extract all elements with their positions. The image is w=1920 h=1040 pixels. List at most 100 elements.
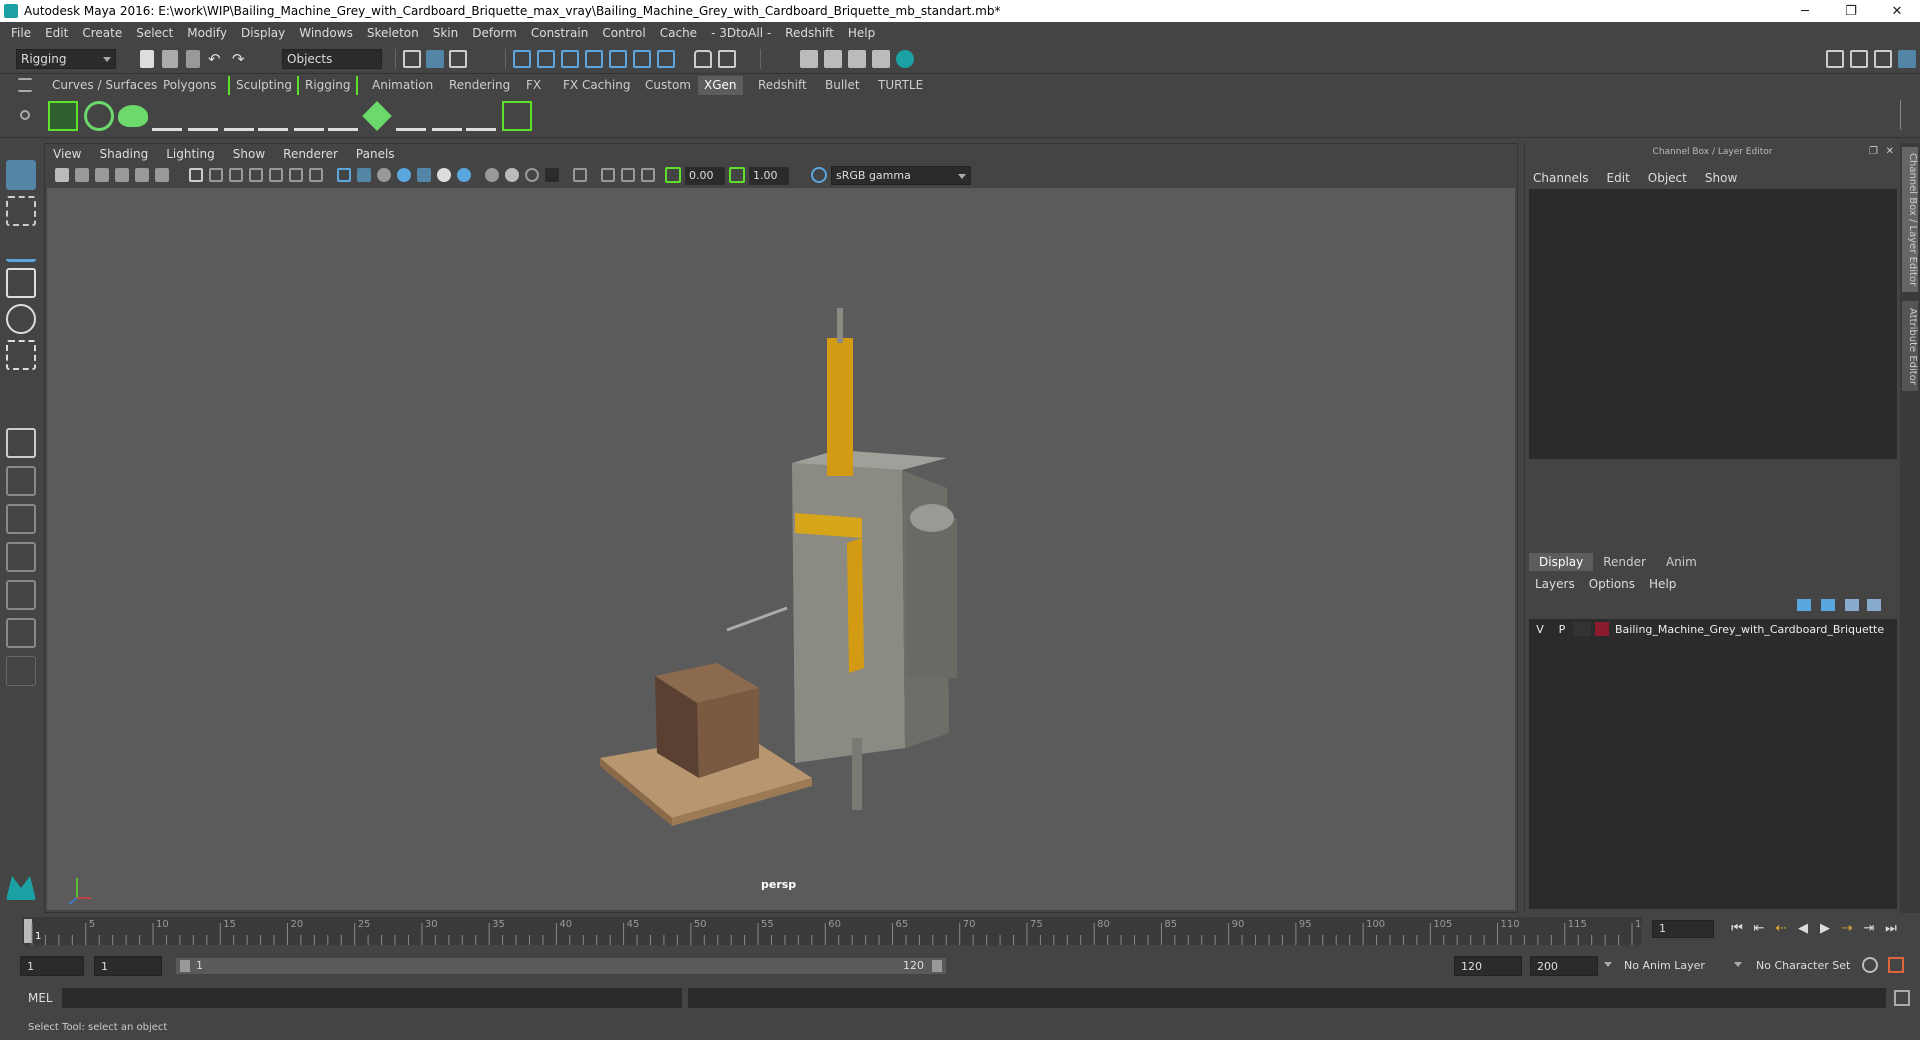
go-to-end-icon[interactable]: ⏭: [1882, 920, 1900, 938]
menu-modify[interactable]: Modify: [187, 26, 227, 40]
shelf-options-icon[interactable]: [20, 110, 30, 120]
rotate-tool-icon[interactable]: [6, 304, 36, 334]
2d-pan-zoom-icon[interactable]: [135, 168, 149, 182]
modeling-toolkit-icon[interactable]: [1850, 50, 1868, 68]
xgen-export-icon[interactable]: [502, 101, 532, 131]
viewport-menu-show[interactable]: Show: [233, 147, 265, 161]
move-tool-icon[interactable]: [6, 268, 36, 298]
snap-live-icon[interactable]: [609, 50, 627, 68]
shelf-scroll-icon[interactable]: [1900, 100, 1910, 130]
menu-file[interactable]: File: [11, 26, 31, 40]
snap-help-icon[interactable]: [657, 50, 675, 68]
film-gate-icon[interactable]: [209, 168, 223, 182]
camera-icon[interactable]: [55, 168, 69, 182]
menu-windows[interactable]: Windows: [299, 26, 353, 40]
edit-menu[interactable]: Edit: [1607, 171, 1630, 185]
move-layer-up-icon[interactable]: [1797, 599, 1811, 611]
tab-curves-surfaces[interactable]: Curves / Surfaces: [46, 76, 163, 95]
ipr-render-icon[interactable]: [848, 50, 866, 68]
layer-type-toggle[interactable]: [1573, 622, 1591, 636]
layer-visibility-toggle[interactable]: V: [1529, 623, 1551, 636]
select-by-hierarchy-icon[interactable]: [403, 50, 421, 68]
xgen-guide-interp-icon[interactable]: [396, 101, 426, 131]
channel-list[interactable]: [1529, 189, 1897, 459]
lock-icon[interactable]: [694, 50, 712, 68]
safe-action-icon[interactable]: [289, 168, 303, 182]
gate-mask-icon[interactable]: [249, 168, 263, 182]
depth-of-field-icon[interactable]: [545, 168, 559, 182]
viewport-menu-shading[interactable]: Shading: [99, 147, 148, 161]
tab-turtle[interactable]: TURTLE: [872, 76, 929, 95]
smooth-shade-icon[interactable]: [357, 168, 371, 182]
xgen-select-guides-icon[interactable]: [258, 101, 288, 131]
tab-sculpting[interactable]: Sculpting: [228, 76, 298, 95]
field-chart-icon[interactable]: [269, 168, 283, 182]
range-start-handle[interactable]: [180, 960, 190, 972]
image-plane-icon[interactable]: [115, 168, 129, 182]
open-scene-icon[interactable]: [162, 50, 178, 68]
menu-edit[interactable]: Edit: [45, 26, 68, 40]
redo-icon[interactable]: ↷: [232, 52, 250, 70]
menu-cache[interactable]: Cache: [660, 26, 697, 40]
xgen-create-description-icon[interactable]: [118, 105, 148, 127]
single-perspective-layout-icon[interactable]: [6, 428, 36, 458]
wireframe-on-shaded-icon[interactable]: [397, 168, 411, 182]
play-backwards-icon[interactable]: ◀: [1794, 920, 1812, 938]
move-layer-down-icon[interactable]: [1821, 599, 1835, 611]
anim-layer-dropdown[interactable]: No Anim Layer: [1624, 959, 1705, 972]
xgen-lock-icon[interactable]: [294, 101, 324, 131]
xray-joints-icon[interactable]: [621, 168, 635, 182]
resolution-gate-icon[interactable]: [229, 168, 243, 182]
step-forward-key-icon[interactable]: ⇥: [1860, 920, 1878, 938]
layer-playback-toggle[interactable]: P: [1551, 623, 1573, 636]
new-scene-icon[interactable]: [140, 50, 154, 68]
tab-rendering[interactable]: Rendering: [443, 76, 516, 95]
lasso-tool-icon[interactable]: [6, 196, 36, 226]
selection-mask-dropdown[interactable]: Objects: [282, 49, 382, 69]
tab-redshift[interactable]: Redshift: [752, 76, 813, 95]
tab-custom[interactable]: Custom: [639, 76, 697, 95]
menu-deform[interactable]: Deform: [472, 26, 517, 40]
grease-pencil-icon[interactable]: [155, 168, 169, 182]
ambient-occlusion-icon[interactable]: [485, 168, 499, 182]
menu-set-dropdown[interactable]: Rigging: [16, 49, 116, 69]
menu-skin[interactable]: Skin: [433, 26, 459, 40]
xgen-stack-icon[interactable]: [362, 101, 392, 131]
end-time-field[interactable]: 200: [1530, 956, 1598, 976]
layer-tab-render[interactable]: Render: [1593, 553, 1656, 571]
start-time-field[interactable]: 1: [20, 956, 84, 976]
use-all-lights-icon[interactable]: [437, 168, 451, 182]
exposure-icon[interactable]: [665, 167, 681, 183]
motion-blur-icon[interactable]: [505, 168, 519, 182]
viewport-menu-view[interactable]: View: [53, 147, 81, 161]
viewport-menu-renderer[interactable]: Renderer: [283, 147, 338, 161]
channel-box-toggle-icon[interactable]: [1898, 50, 1916, 68]
custom-layout-icon[interactable]: [6, 618, 36, 648]
color-management-icon[interactable]: [811, 167, 827, 183]
hypershade-icon[interactable]: [896, 50, 914, 68]
menu-skeleton[interactable]: Skeleton: [367, 26, 419, 40]
xgen-add-guide-icon[interactable]: [188, 101, 218, 131]
xgen-preview-icon[interactable]: [84, 101, 114, 131]
close-panel-icon[interactable]: ✕: [1886, 146, 1894, 157]
wireframe-icon[interactable]: [337, 168, 351, 182]
save-scene-icon[interactable]: [186, 50, 200, 68]
scale-tool-icon[interactable]: [6, 340, 36, 370]
layer-name[interactable]: Bailing_Machine_Grey_with_Cardboard_Briq…: [1615, 623, 1884, 636]
persp-graph-hypergraph-layout-icon[interactable]: [6, 580, 36, 610]
layer-tab-anim[interactable]: Anim: [1656, 553, 1707, 571]
select-by-object-icon[interactable]: [426, 50, 444, 68]
xgen-grooming-icon[interactable]: [432, 101, 462, 131]
side-tab-channel-box[interactable]: Channel Box / Layer Editor: [1902, 147, 1918, 292]
snap-grid-icon[interactable]: [513, 50, 531, 68]
exposure-field[interactable]: 0.00: [685, 167, 725, 185]
menu-control[interactable]: Control: [602, 26, 645, 40]
viewport-menu-lighting[interactable]: Lighting: [166, 147, 215, 161]
range-bar[interactable]: 1 120: [176, 958, 946, 974]
attribute-editor-toggle-icon[interactable]: [1874, 50, 1892, 68]
object-menu[interactable]: Object: [1648, 171, 1687, 185]
command-input[interactable]: [62, 988, 682, 1008]
xgen-grass-icon[interactable]: [328, 101, 358, 131]
render-view-icon[interactable]: [800, 50, 818, 68]
script-editor-icon[interactable]: [1894, 990, 1910, 1006]
